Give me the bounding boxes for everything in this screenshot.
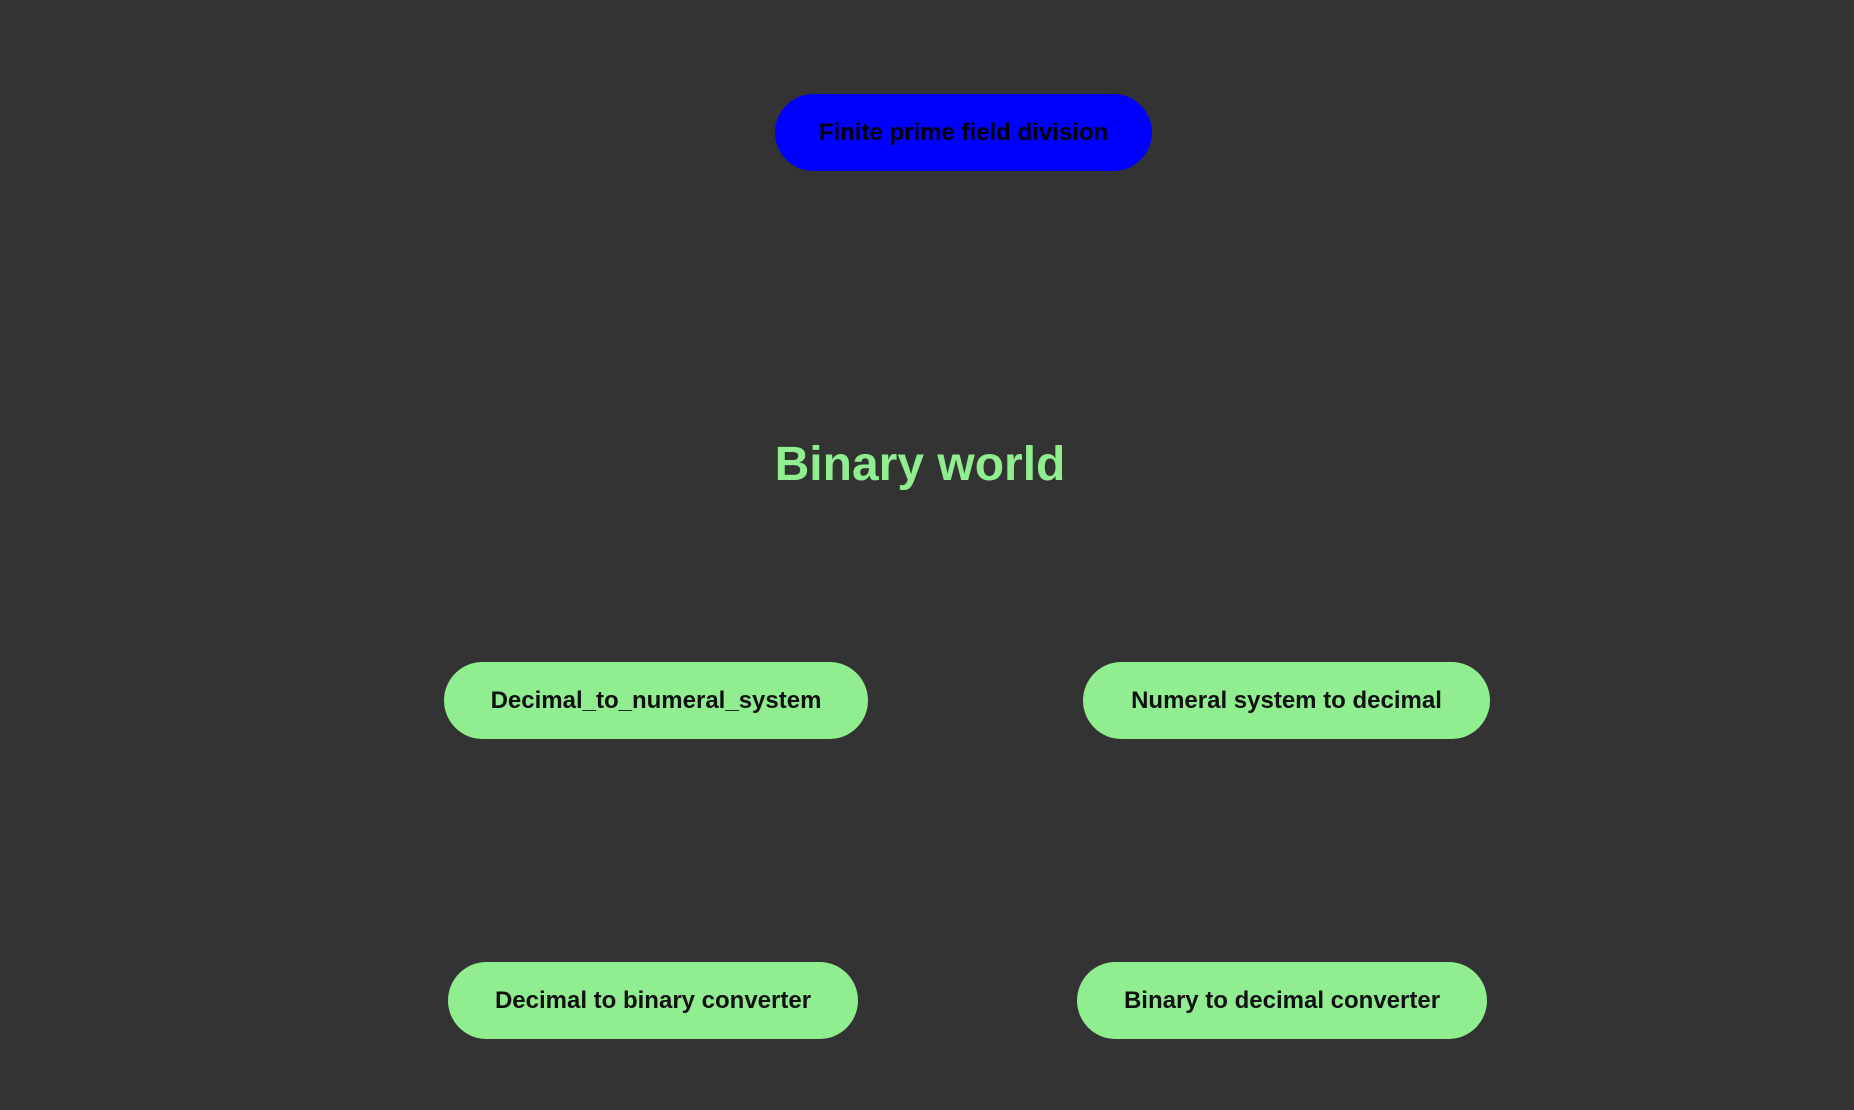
finite-prime-field-division-button[interactable]: Finite prime field division [775,94,1152,171]
numeral-system-to-decimal-button[interactable]: Numeral system to decimal [1083,662,1490,739]
binary-to-decimal-converter-button[interactable]: Binary to decimal converter [1077,962,1487,1039]
decimal-to-binary-converter-button[interactable]: Decimal to binary converter [448,962,858,1039]
page-title: Binary world [774,438,1066,491]
decimal-to-numeral-system-button[interactable]: Decimal_to_numeral_system [444,662,868,739]
